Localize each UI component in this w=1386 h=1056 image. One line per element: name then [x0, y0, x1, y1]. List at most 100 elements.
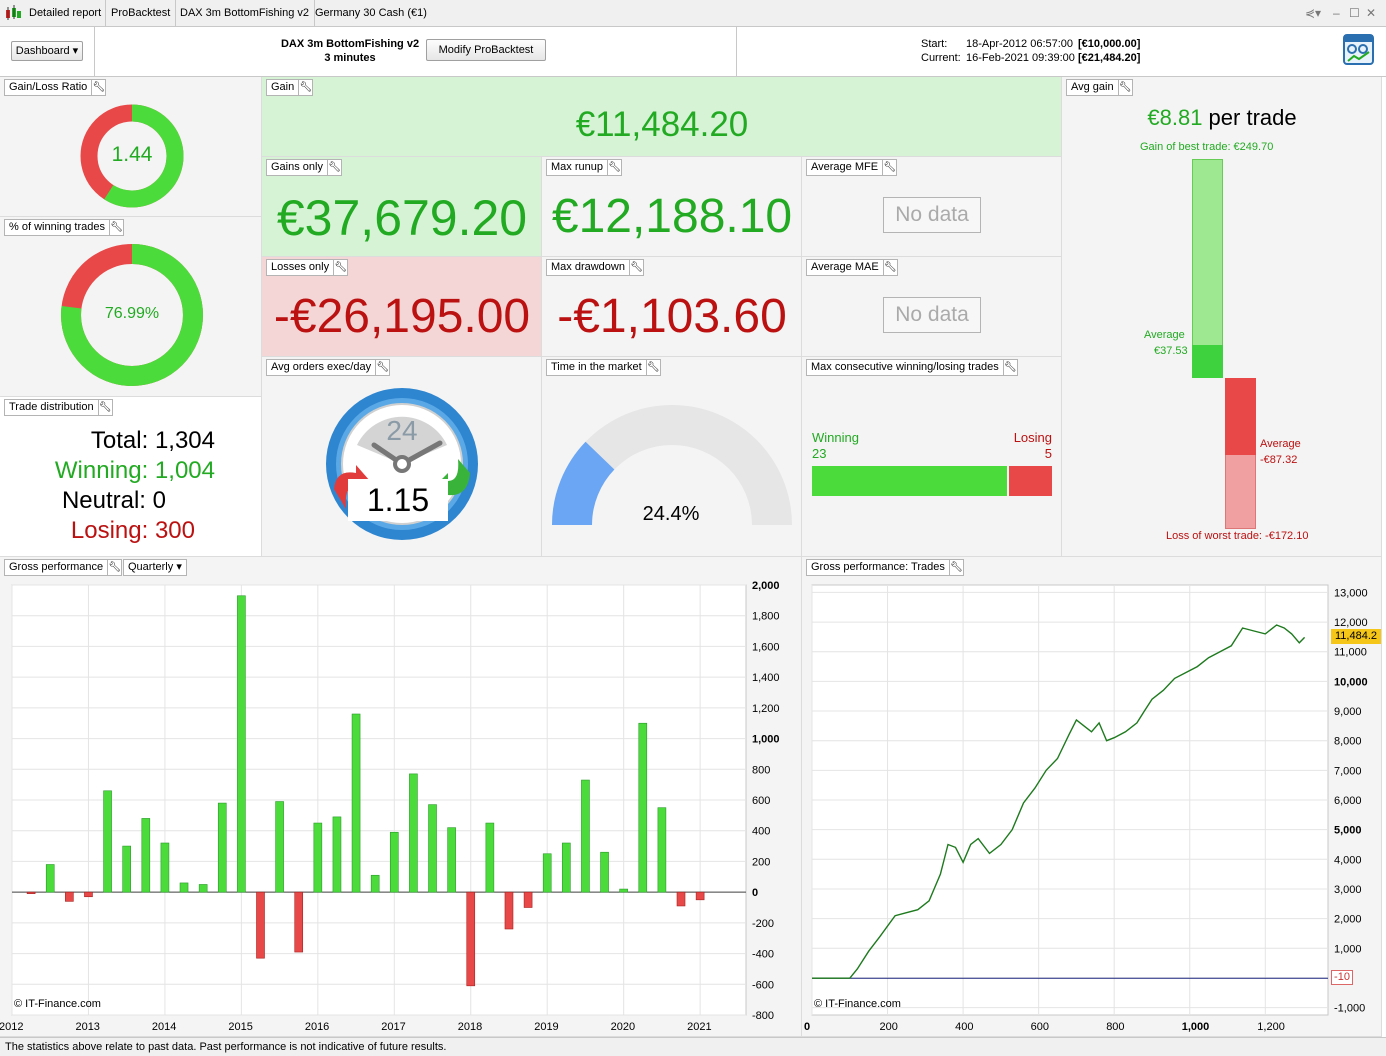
bar — [370, 874, 380, 893]
bar — [542, 853, 552, 893]
x-tick-label: 1,200 — [1257, 1021, 1285, 1033]
avg-loss-bar — [1225, 378, 1256, 455]
bar — [676, 891, 686, 907]
panel-label: Trade distribution 🔧︎ — [4, 399, 113, 416]
bar — [428, 804, 437, 893]
bar — [294, 891, 304, 953]
panel-label: Avg orders exec/day 🔧︎ — [266, 359, 391, 376]
bar — [122, 845, 131, 893]
consecutive-lose-bar — [1009, 466, 1052, 496]
minimize-icon[interactable]: – — [1333, 6, 1340, 20]
baseline-badge: -10 — [1331, 970, 1353, 986]
wrench-icon[interactable]: 🔧︎ — [107, 560, 121, 575]
tab-probacktest[interactable]: ProBacktest — [106, 0, 177, 27]
panel-title: Max consecutive winning/losing trades — [811, 361, 999, 373]
y-tick-label: -200 — [752, 918, 774, 930]
modify-probacktest-button[interactable]: Modify ProBacktest — [426, 39, 546, 61]
panel-label: Average MAE 🔧︎ — [806, 259, 898, 276]
max-drawdown-panel: Max drawdown 🔧︎ -€1,103.60 — [542, 257, 802, 357]
gain-panel: Gain 🔧︎ €11,484.20 — [262, 77, 1062, 157]
bar — [409, 773, 418, 893]
y-tick-label: -800 — [752, 1010, 774, 1022]
avg-win-label: Average — [1144, 329, 1185, 341]
wrench-icon[interactable]: 🔧︎ — [326, 160, 341, 175]
x-tick-label: 2015 — [228, 1021, 252, 1033]
avg-loss-value: -€87.32 — [1260, 454, 1298, 466]
x-tick-label: 200 — [880, 1021, 898, 1033]
wrench-icon[interactable]: 🔧︎ — [333, 260, 347, 275]
panel-label: Max consecutive winning/losing trades 🔧︎ — [806, 359, 1018, 376]
share-icon[interactable]: ⋞▾ — [1305, 6, 1321, 20]
y-tick-label: 9,000 — [1334, 706, 1362, 718]
y-tick-label: 10,000 — [1334, 676, 1368, 688]
wrench-icon[interactable]: 🔧︎ — [606, 160, 621, 175]
bar — [523, 891, 533, 908]
panel-title: Trade distribution — [9, 401, 94, 413]
dashboard-dropdown[interactable]: Dashboard ▾ — [11, 41, 83, 61]
losses-only-panel: Losses only 🔧︎ -€26,195.00 — [262, 257, 542, 357]
gain-value: €11,484.20 — [575, 105, 749, 144]
panel-title: Gross performance: Trades — [811, 561, 945, 573]
wrench-icon[interactable]: 🔧︎ — [628, 260, 643, 275]
wrench-icon[interactable]: 🔧︎ — [1117, 80, 1132, 95]
wrench-icon[interactable]: 🔧︎ — [948, 560, 963, 575]
tab-label: ProBacktest — [111, 7, 171, 19]
y-tick-label: -600 — [752, 979, 774, 991]
best-trade-label: Gain of best trade: €249.70 — [1140, 141, 1274, 153]
wrench-icon[interactable]: 🔧︎ — [97, 400, 112, 415]
x-tick-label: 2017 — [381, 1021, 405, 1033]
wrench-icon[interactable]: 🔧︎ — [645, 360, 660, 375]
timeframe: 3 minutes — [324, 52, 376, 64]
period-dropdown[interactable]: Quarterly ▾ — [123, 559, 187, 576]
wrench-icon[interactable]: 🔧︎ — [109, 220, 123, 235]
close-icon[interactable]: ✕ — [1366, 6, 1376, 20]
no-data-box: No data — [883, 197, 981, 233]
tab-detailed-report[interactable]: Detailed report — [0, 0, 106, 27]
tab-instrument[interactable]: Germany 30 Cash (€1) — [310, 0, 432, 27]
losing-trades: Losing: 300 — [70, 517, 195, 544]
y-tick-label: 3,000 — [1334, 884, 1362, 896]
panel-label: Max drawdown 🔧︎ — [546, 259, 644, 276]
max-runup-value: €12,188.10 — [551, 190, 793, 243]
bar — [84, 891, 93, 898]
tab-system-name[interactable]: DAX 3m BottomFishing v2 — [175, 0, 315, 27]
gross-trades-chart: 13,000 12,000 11,000 10,000 9,000 8,000 7,000 6… — [804, 584, 1368, 1033]
maximize-icon[interactable]: ☐ — [1349, 6, 1360, 20]
period-label: Quarterly — [128, 561, 174, 573]
divider — [94, 27, 95, 77]
footer-disclaimer: The statistics above relate to past data… — [0, 1037, 1386, 1056]
y-tick-label: 5,000 — [1334, 825, 1362, 837]
wrench-icon[interactable]: 🔧︎ — [882, 160, 896, 175]
y-tick-label: 2,000 — [752, 581, 780, 592]
bar — [45, 864, 55, 893]
max-runup-panel: Max runup 🔧︎ €12,188.10 — [542, 157, 802, 257]
bar — [638, 722, 648, 893]
y-tick-label: 11,000 — [1334, 647, 1367, 659]
disclaimer-text: The statistics above relate to past data… — [5, 1041, 447, 1053]
avg-gain-headline: €8.81 per trade — [1062, 105, 1381, 131]
bar — [65, 891, 74, 902]
x-tick-label: 2016 — [305, 1021, 329, 1033]
time-in-market-panel: Time in the market 🔧︎ 24.4% — [542, 357, 802, 557]
panel-title: Max runup — [551, 161, 603, 173]
bar — [160, 842, 170, 893]
y-tick-label: 4,000 — [1334, 854, 1362, 866]
panel-title: Avg orders exec/day — [271, 361, 372, 373]
wrench-icon[interactable]: 🔧︎ — [882, 260, 897, 275]
bar — [389, 831, 399, 893]
x-tick-label: 2021 — [687, 1021, 711, 1033]
wrench-icon[interactable]: 🔧︎ — [298, 80, 312, 95]
wrench-icon[interactable]: 🔧︎ — [375, 360, 389, 375]
bar — [26, 891, 36, 894]
report-icon[interactable] — [1343, 34, 1375, 66]
start-label: Start: — [921, 38, 948, 50]
avg-mfe-panel: Average MFE 🔧︎ No data — [802, 157, 1062, 257]
wrench-icon[interactable]: 🔧︎ — [91, 80, 105, 95]
bar — [141, 818, 151, 893]
bar — [275, 801, 284, 893]
x-tick-label: 2019 — [534, 1021, 558, 1033]
y-tick-label: 200 — [752, 856, 770, 868]
bar — [562, 842, 571, 893]
x-tick-label: 1,000 — [1182, 1021, 1210, 1033]
wrench-icon[interactable]: 🔧︎ — [1002, 360, 1017, 375]
